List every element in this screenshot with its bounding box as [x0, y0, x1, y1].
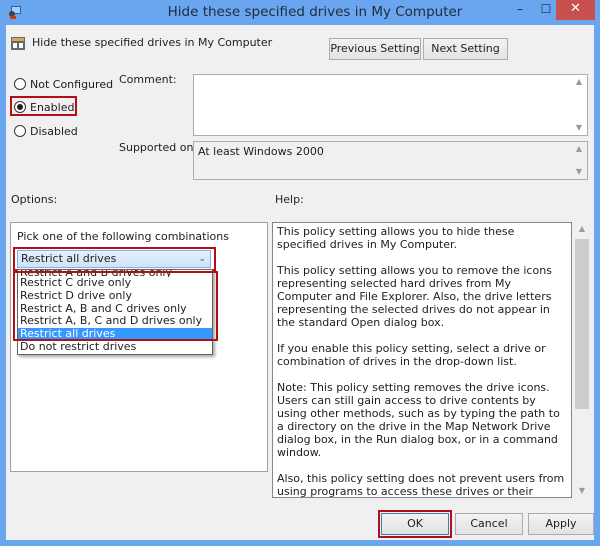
help-paragraph: If you enable this policy setting, selec… [277, 342, 546, 368]
help-label: Help: [275, 193, 304, 206]
help-paragraph: This policy setting allows you to remove… [277, 264, 552, 329]
comment-textarea[interactable]: ▲ ▼ [193, 74, 588, 136]
dialog-client-area: Hide these specified drives in My Comput… [6, 25, 594, 540]
scroll-up-icon[interactable]: ▲ [571, 142, 587, 156]
policy-setting-icon [11, 37, 25, 50]
scroll-up-icon[interactable]: ▲ [571, 75, 587, 89]
comment-label: Comment: [119, 73, 177, 86]
radio-label: Not Configured [30, 77, 114, 91]
scrollbar-thumb[interactable] [575, 239, 589, 409]
dropdown-option[interactable]: Do not restrict drives [18, 341, 212, 354]
previous-setting-button[interactable]: Previous Setting [329, 38, 421, 60]
options-label: Options: [11, 193, 58, 206]
highlight-box-dropdown-list [13, 271, 218, 341]
radio-disabled[interactable]: Disabled [14, 123, 78, 139]
policy-dialog-window: Hide these specified drives in My Comput… [0, 0, 600, 546]
radio-label: Disabled [30, 124, 78, 138]
scroll-down-icon[interactable]: ▼ [571, 165, 587, 179]
policy-title: Hide these specified drives in My Comput… [32, 36, 273, 49]
apply-button[interactable]: Apply [528, 513, 594, 535]
help-panel: This policy setting allows you to hide t… [272, 222, 590, 498]
scroll-down-icon[interactable]: ▼ [574, 484, 590, 498]
supported-scrollbar[interactable]: ▲ ▼ [571, 142, 587, 179]
highlight-box-ok [378, 510, 452, 538]
close-button[interactable]: ✕ [556, 0, 595, 20]
supported-on-field: At least Windows 2000 ▲ ▼ [193, 141, 588, 180]
help-text: This policy setting allows you to hide t… [272, 222, 572, 498]
radio-not-configured[interactable]: Not Configured [14, 76, 113, 92]
help-scrollbar[interactable]: ▲ ▼ [574, 222, 590, 498]
comment-scrollbar[interactable]: ▲ ▼ [571, 75, 587, 135]
scroll-down-icon[interactable]: ▼ [571, 121, 587, 135]
help-paragraph: Note: This policy setting removes the dr… [277, 381, 560, 459]
highlight-box-dropdown [13, 247, 216, 271]
next-setting-button[interactable]: Next Setting [423, 38, 508, 60]
supported-on-label: Supported on: [119, 141, 198, 154]
cancel-button[interactable]: Cancel [455, 513, 523, 535]
options-panel: Pick one of the following combinations R… [10, 222, 268, 472]
title-bar[interactable]: Hide these specified drives in My Comput… [0, 0, 600, 25]
scroll-up-icon[interactable]: ▲ [574, 222, 590, 236]
help-paragraph: This policy setting allows you to hide t… [277, 225, 515, 251]
pick-combination-label: Pick one of the following combinations [17, 230, 229, 243]
radio-button[interactable] [14, 125, 26, 137]
radio-button[interactable] [14, 78, 26, 90]
supported-on-value: At least Windows 2000 [198, 145, 324, 158]
highlight-box-enabled [10, 96, 77, 116]
help-paragraph: Also, this policy setting does not preve… [277, 472, 565, 498]
minimize-button[interactable]: – [507, 0, 533, 20]
